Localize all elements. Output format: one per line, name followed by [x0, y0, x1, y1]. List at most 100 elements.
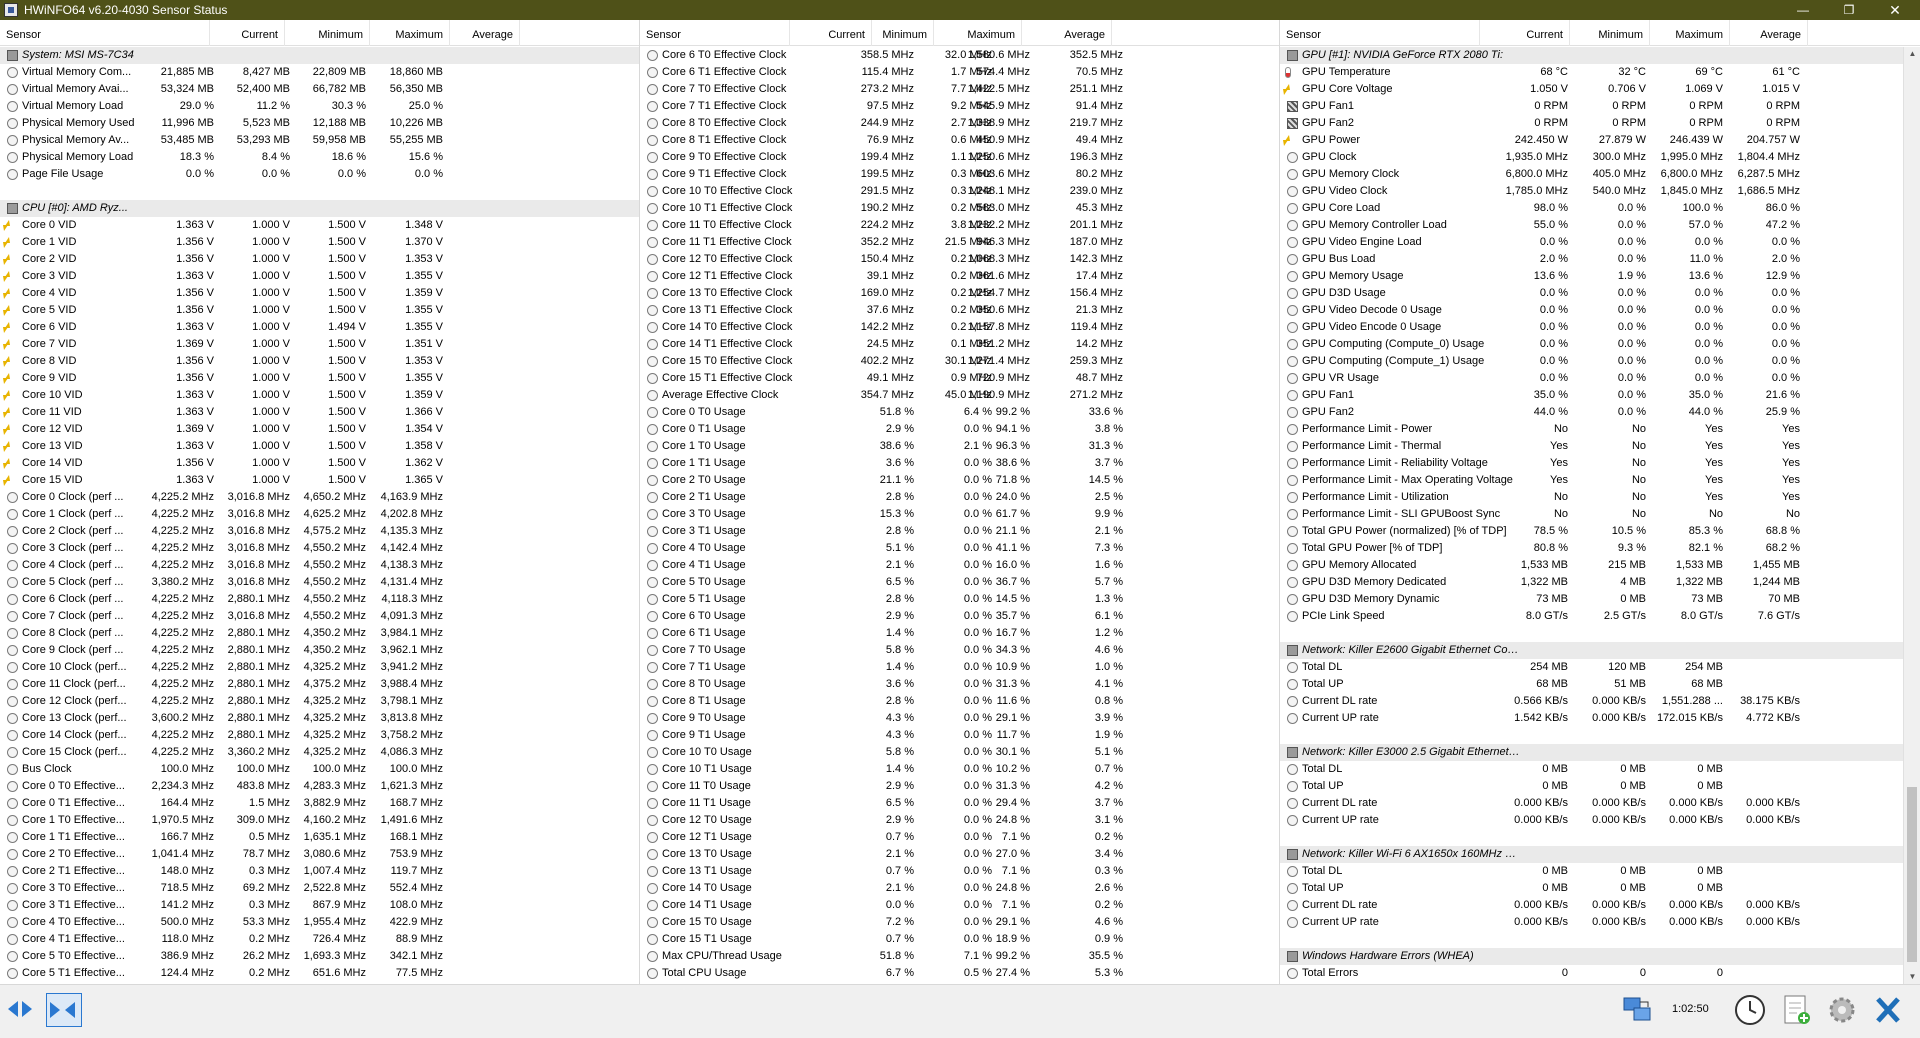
sensor-row[interactable]: Core 10 Clock (perf... 4,225.2 MHz 2,880.1… — [0, 659, 639, 676]
sensor-row[interactable]: Total DL 254 MB 120 MB 254 MB — [1280, 659, 1920, 676]
sensor-row[interactable]: Core 5 Clock (perf ... 3,380.2 MHz 3,016.8… — [0, 574, 639, 591]
sensor-group-header[interactable]: Network: Killer E3000 2.5 Gigabit Ethern… — [1280, 744, 1920, 761]
sensor-row[interactable]: Core 11 T1 Effective Clock 352.2 MHz 21.5 … — [640, 234, 1279, 251]
column-header-sensor[interactable]: Sensor — [640, 20, 790, 46]
sensor-row[interactable]: Core 2 T0 Effective... 1,041.4 MHz 78.7 MH… — [0, 846, 639, 863]
sensor-row[interactable]: Core 3 VID 1.363 V 1.000 V 1.500 V 1.355 V — [0, 268, 639, 285]
sensor-row[interactable]: Bus Clock 100.0 MHz 100.0 MHz 100.0 MHz 100.… — [0, 761, 639, 778]
sensor-row[interactable]: GPU Clock 1,935.0 MHz 300.0 MHz 1,995.0 MHz… — [1280, 149, 1920, 166]
sensor-row[interactable]: Total UP 0 MB 0 MB 0 MB — [1280, 880, 1920, 897]
sensor-row[interactable]: Core 8 T0 Effective Clock 244.9 MHz 2.7 MH… — [640, 115, 1279, 132]
sensor-row[interactable]: Core 4 T0 Usage 5.1 % 0.0 % 41.1 % 7.3 % — [640, 540, 1279, 557]
sensor-row[interactable]: Core 14 T1 Usage 0.0 % 0.0 % 7.1 % 0.2 % — [640, 897, 1279, 914]
navigate-compact-button[interactable] — [46, 993, 82, 1027]
sensor-row[interactable]: Core 10 T1 Usage 1.4 % 0.0 % 10.2 % 0.7 % — [640, 761, 1279, 778]
sensor-row[interactable]: GPU Core Load 98.0 % 0.0 % 100.0 % 86.0 % — [1280, 200, 1920, 217]
sensor-row[interactable]: Total Errors 0 0 0 — [1280, 965, 1920, 982]
sensor-row[interactable]: Current DL rate 0.566 KB/s 0.000 KB/s 1,551… — [1280, 693, 1920, 710]
maximize-button[interactable]: ❐ — [1826, 0, 1872, 20]
sensor-row[interactable]: GPU Temperature 68 °C 32 °C 69 °C 61 °C — [1280, 64, 1920, 81]
column-header-maximum[interactable]: Maximum — [370, 20, 450, 46]
sensor-row[interactable]: Core 14 VID 1.356 V 1.000 V 1.500 V 1.362 V — [0, 455, 639, 472]
sensor-row[interactable]: Core 0 T0 Usage 51.8 % 6.4 % 99.2 % 33.6 % — [640, 404, 1279, 421]
sensor-row[interactable]: Core 3 T1 Usage 2.8 % 0.0 % 21.1 % 2.1 % — [640, 523, 1279, 540]
sensor-row[interactable]: Core 0 VID 1.363 V 1.000 V 1.500 V 1.348 V — [0, 217, 639, 234]
sensor-row[interactable]: GPU Memory Usage 13.6 % 1.9 % 13.6 % 12.9 % — [1280, 268, 1920, 285]
sensor-row[interactable]: Core 9 T1 Effective Clock 199.5 MHz 0.3 MH… — [640, 166, 1279, 183]
sensor-row[interactable]: Current DL rate 0.000 KB/s 0.000 KB/s 0.000… — [1280, 795, 1920, 812]
sensor-row[interactable]: Current UP rate 1.542 KB/s 0.000 KB/s 172.0… — [1280, 710, 1920, 727]
sensor-row[interactable]: Core 15 Clock (perf... 4,225.2 MHz 3,360.2… — [0, 744, 639, 761]
sensor-row[interactable]: Core 4 T1 Effective... 118.0 MHz 0.2 MHz 72… — [0, 931, 639, 948]
sensor-row[interactable]: Core 13 VID 1.363 V 1.000 V 1.500 V 1.358 V — [0, 438, 639, 455]
sensor-row[interactable]: Core 15 T0 Effective Clock 402.2 MHz 30.1 … — [640, 353, 1279, 370]
sensor-row[interactable]: Core 15 VID 1.363 V 1.000 V 1.500 V 1.365 V — [0, 472, 639, 489]
sensor-row[interactable]: GPU Memory Controller Load 55.0 % 0.0 % 57.… — [1280, 217, 1920, 234]
sensor-row[interactable]: GPU Video Clock 1,785.0 MHz 540.0 MHz 1,845… — [1280, 183, 1920, 200]
sensor-row[interactable]: Total DL 0 MB 0 MB 0 MB — [1280, 761, 1920, 778]
sensor-row[interactable]: Total CPU Usage 6.7 % 0.5 % 27.4 % 5.3 % — [640, 965, 1279, 982]
sensor-row[interactable]: Physical Memory Used 11,996 MB 5,523 MB 12,… — [0, 115, 639, 132]
column-header-maximum[interactable]: Maximum — [934, 20, 1022, 46]
sensor-row[interactable]: Core 3 Clock (perf ... 4,225.2 MHz 3,016.8… — [0, 540, 639, 557]
sensor-row[interactable]: GPU Computing (Compute_1) Usage 0.0 % 0.0 … — [1280, 353, 1920, 370]
sensor-row[interactable]: PCIe Link Speed 8.0 GT/s 2.5 GT/s 8.0 GT/s 7… — [1280, 608, 1920, 625]
sensor-panel-right[interactable]: Sensor Current Minimum Maximum Average GPU [#… — [1280, 20, 1920, 984]
column-header-minimum[interactable]: Minimum — [1570, 20, 1650, 46]
column-header-average[interactable]: Average — [450, 20, 520, 46]
sensor-row[interactable]: Performance Limit - SLI GPUBoost Sync No N… — [1280, 506, 1920, 523]
sensor-row[interactable]: Core 2 VID 1.356 V 1.000 V 1.500 V 1.353 V — [0, 251, 639, 268]
sensor-row[interactable]: Core 6 T1 Effective Clock 115.4 MHz 1.7 MH… — [640, 64, 1279, 81]
sensor-row[interactable]: Total DL 0 MB 0 MB 0 MB — [1280, 863, 1920, 880]
sensor-row[interactable]: Core 4 T1 Usage 2.1 % 0.0 % 16.0 % 1.6 % — [640, 557, 1279, 574]
close-sensors-button[interactable] — [1870, 993, 1906, 1027]
clock-button[interactable] — [1732, 993, 1768, 1027]
sensor-row[interactable]: Core 5 T1 Usage 2.8 % 0.0 % 14.5 % 1.3 % — [640, 591, 1279, 608]
sensor-row[interactable]: Core 15 T0 Usage 7.2 % 0.0 % 29.1 % 4.6 % — [640, 914, 1279, 931]
sensor-row[interactable]: Total UP 68 MB 51 MB 68 MB — [1280, 676, 1920, 693]
sensor-row[interactable]: Core 11 T1 Usage 6.5 % 0.0 % 29.4 % 3.7 % — [640, 795, 1279, 812]
sensor-row[interactable]: GPU Fan2 0 RPM 0 RPM 0 RPM 0 RPM — [1280, 115, 1920, 132]
column-header-average[interactable]: Average — [1022, 20, 1112, 46]
sensor-row[interactable]: GPU Memory Allocated 1,533 MB 215 MB 1,533 … — [1280, 557, 1920, 574]
sensor-row[interactable]: Core 10 T0 Usage 5.8 % 0.0 % 30.1 % 5.1 % — [640, 744, 1279, 761]
sensor-row[interactable]: GPU Power 242.450 W 27.879 W 246.439 W 204.7… — [1280, 132, 1920, 149]
sensor-row[interactable]: Core 2 Clock (perf ... 4,225.2 MHz 3,016.8… — [0, 523, 639, 540]
sensor-row[interactable]: Core 5 T0 Effective... 386.9 MHz 26.2 MHz 1… — [0, 948, 639, 965]
sensor-group-header[interactable]: System: MSI MS-7C34 — [0, 47, 639, 64]
sensor-row[interactable]: Core 7 T0 Effective Clock 273.2 MHz 7.7 MH… — [640, 81, 1279, 98]
sensor-row[interactable]: Core 12 T1 Effective Clock 39.1 MHz 0.2 MH… — [640, 268, 1279, 285]
navigate-back-button[interactable] — [4, 993, 40, 1027]
sensor-row[interactable]: Core 13 T0 Effective Clock 169.0 MHz 0.2 M… — [640, 285, 1279, 302]
sensor-group-header[interactable]: Windows Hardware Errors (WHEA) — [1280, 948, 1920, 965]
sensor-row[interactable]: Core 2 T1 Effective... 148.0 MHz 0.3 MHz 1,… — [0, 863, 639, 880]
sensor-row[interactable]: Core 1 T0 Effective... 1,970.5 MHz 309.0 M… — [0, 812, 639, 829]
sensor-row[interactable]: Core 11 T0 Effective Clock 224.2 MHz 3.8 M… — [640, 217, 1279, 234]
minimize-button[interactable]: — — [1780, 0, 1826, 20]
sensor-row[interactable]: Core 7 T1 Usage 1.4 % 0.0 % 10.9 % 1.0 % — [640, 659, 1279, 676]
sensor-row[interactable]: Core 3 T0 Usage 15.3 % 0.0 % 61.7 % 9.9 % — [640, 506, 1279, 523]
sensor-group-header[interactable]: GPU [#1]: NVIDIA GeForce RTX 2080 Ti: — [1280, 47, 1920, 64]
sensor-group-header[interactable]: CPU [#0]: AMD Ryz... — [0, 200, 639, 217]
column-header-sensor[interactable]: Sensor — [0, 20, 210, 46]
sensor-row[interactable]: Core 14 Clock (perf... 4,225.2 MHz 2,880.1… — [0, 727, 639, 744]
sensor-row[interactable]: Core 0 T1 Effective... 164.4 MHz 1.5 MHz 3,… — [0, 795, 639, 812]
sensor-row[interactable]: Virtual Memory Avai... 53,324 MB 52,400 MB… — [0, 81, 639, 98]
sensor-row[interactable]: Core 1 T1 Effective... 166.7 MHz 0.5 MHz 1,… — [0, 829, 639, 846]
sensor-row[interactable]: Core 0 Clock (perf ... 4,225.2 MHz 3,016.8… — [0, 489, 639, 506]
sensor-row[interactable]: Core 4 VID 1.356 V 1.000 V 1.500 V 1.359 V — [0, 285, 639, 302]
sensor-row[interactable]: Core 11 VID 1.363 V 1.000 V 1.500 V 1.366 V — [0, 404, 639, 421]
sensor-row[interactable]: GPU D3D Memory Dedicated 1,322 MB 4 MB 1,32… — [1280, 574, 1920, 591]
sensor-row[interactable]: GPU Fan1 0 RPM 0 RPM 0 RPM 0 RPM — [1280, 98, 1920, 115]
column-header-maximum[interactable]: Maximum — [1650, 20, 1730, 46]
column-header-current[interactable]: Current — [1480, 20, 1570, 46]
sensor-row[interactable]: Total GPU Power (normalized) [% of TDP] 7… — [1280, 523, 1920, 540]
sensor-row[interactable]: Core 15 T1 Effective Clock 49.1 MHz 0.9 MH… — [640, 370, 1279, 387]
sensor-row[interactable]: GPU Memory Clock 6,800.0 MHz 405.0 MHz 6,80… — [1280, 166, 1920, 183]
sensor-row[interactable]: Core 13 T1 Effective Clock 37.6 MHz 0.2 MH… — [640, 302, 1279, 319]
sensor-row[interactable]: Core 14 T0 Usage 2.1 % 0.0 % 24.8 % 2.6 % — [640, 880, 1279, 897]
sensor-group-header[interactable]: Network: Killer E2600 Gigabit Ethernet C… — [1280, 642, 1920, 659]
add-report-button[interactable] — [1778, 993, 1814, 1027]
sensor-row[interactable]: Core 2 T0 Usage 21.1 % 0.0 % 71.8 % 14.5 % — [640, 472, 1279, 489]
sensor-row[interactable]: Core 2 T1 Usage 2.8 % 0.0 % 24.0 % 2.5 % — [640, 489, 1279, 506]
